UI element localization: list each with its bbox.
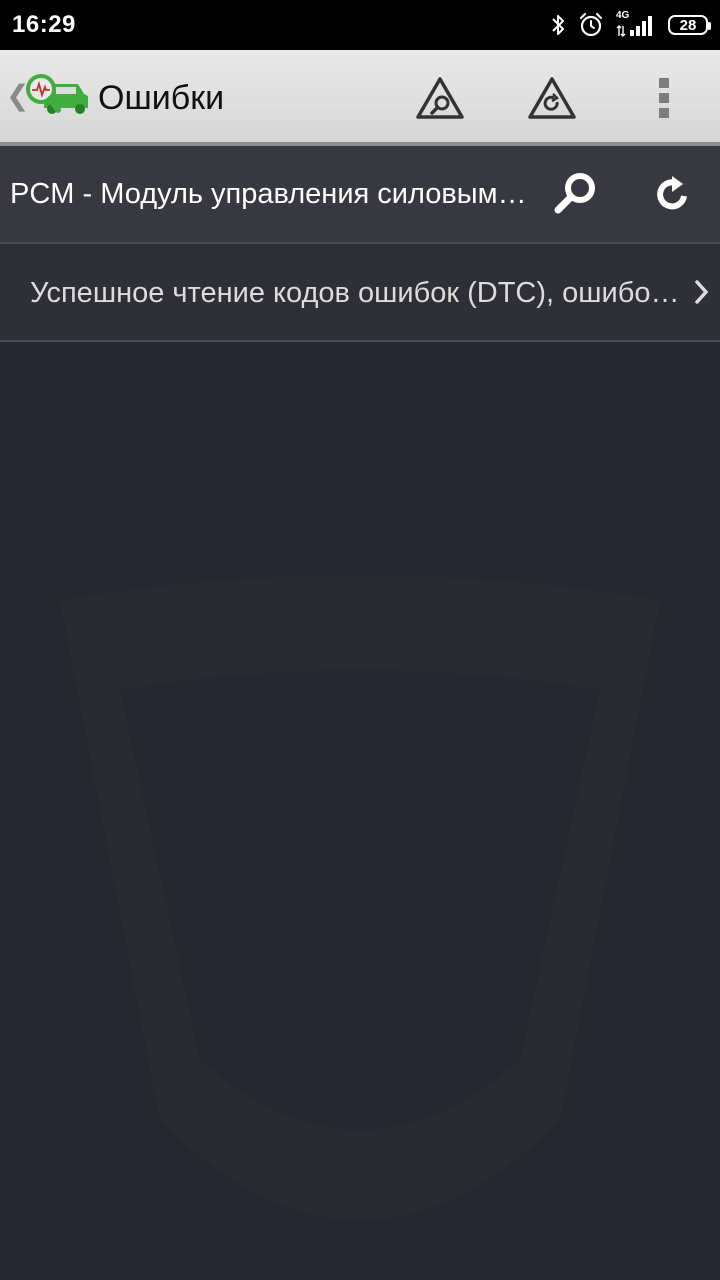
overflow-menu-button[interactable] [638,72,690,124]
app-logo-icon[interactable] [24,72,90,120]
status-icons: 4G 28 [550,10,711,40]
search-button[interactable] [551,170,599,218]
refresh-icon [657,176,687,210]
module-title: PCM - Модуль управления силовым агрегато… [10,178,530,210]
module-header: PCM - Модуль управления силовым агрегато… [0,146,720,244]
warning-refresh-icon [528,77,576,119]
battery-level: 28 [679,16,697,34]
status-time: 16:29 [12,11,76,38]
warning-refresh-button[interactable] [526,72,578,124]
chevron-right-icon [695,280,709,304]
list-item[interactable]: Успешное чтение кодов ошибок (DTC), ошиб… [0,244,720,342]
refresh-button[interactable] [648,170,696,218]
screen: 16:29 4G 28 ❮ Ошибки PCM - Модуль управл… [0,0,720,1280]
alarm-icon [579,12,603,37]
watermark-logo-icon [60,575,660,1220]
page-title: Ошибки [98,79,225,117]
list-item-label: Успешное чтение кодов ошибок (DTC), ошиб… [30,277,685,309]
status-bar: 16:29 4G 28 [0,0,720,50]
overflow-menu-icon [659,78,669,118]
signal-group: 4G [616,10,656,38]
battery-icon: 28 [668,15,711,35]
search-icon [554,173,595,214]
bluetooth-icon [552,15,564,35]
warning-search-icon [416,77,464,119]
warning-search-button[interactable] [414,72,466,124]
signal-icon [616,16,652,37]
toolbar: ❮ Ошибки [0,50,720,146]
